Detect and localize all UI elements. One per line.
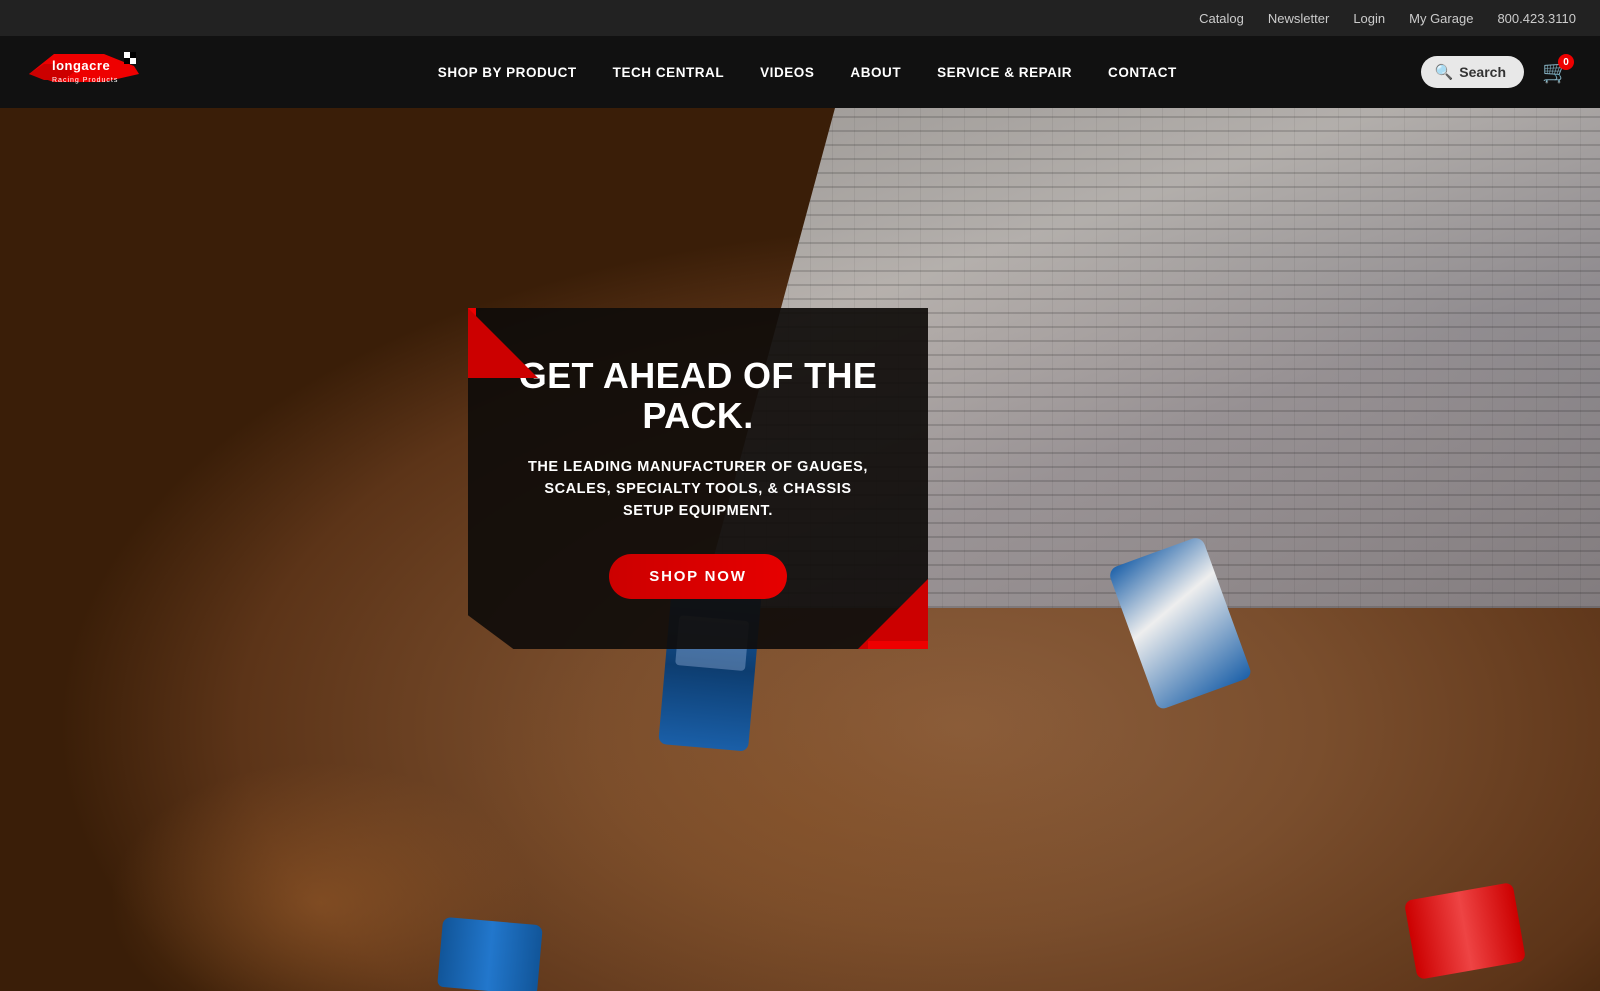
hero-card: GET AHEAD OF THE PACK. THE LEADING MANUF… <box>468 308 928 649</box>
hero-section: GET AHEAD OF THE PACK. THE LEADING MANUF… <box>0 108 1600 991</box>
hero-subtext: THE LEADING MANUFACTURER OF GAUGES, SCAL… <box>518 457 878 522</box>
login-link[interactable]: Login <box>1353 11 1385 26</box>
catalog-link[interactable]: Catalog <box>1199 11 1244 26</box>
my-garage-link[interactable]: My Garage <box>1409 11 1473 26</box>
shop-by-product-link[interactable]: SHOP BY PRODUCT <box>420 57 595 88</box>
nav-links: SHOP BY PRODUCT TECH CENTRAL VIDEOS ABOU… <box>194 57 1421 88</box>
contact-link[interactable]: CONTACT <box>1090 57 1195 88</box>
search-label: Search <box>1459 64 1506 80</box>
svg-text:Racing Products: Racing Products <box>52 77 118 84</box>
cart-button[interactable]: 🛒 0 <box>1536 52 1576 92</box>
about-link[interactable]: ABOUT <box>832 57 919 88</box>
svg-text:longacre: longacre <box>52 58 110 73</box>
red-accent-top-left <box>468 308 538 378</box>
nav-right: 🔍 Search 🛒 0 <box>1421 52 1576 92</box>
shop-now-button[interactable]: SHOP NOW <box>609 554 786 599</box>
top-bar: Catalog Newsletter Login My Garage 800.4… <box>0 0 1600 36</box>
logo[interactable]: longacre Racing Products <box>24 44 154 101</box>
videos-link[interactable]: VIDEOS <box>742 57 832 88</box>
search-icon: 🔍 <box>1435 63 1454 81</box>
hero-headline: GET AHEAD OF THE PACK. <box>518 356 878 435</box>
red-accent-bottom-right <box>858 579 928 649</box>
phone-number: 800.423.3110 <box>1497 11 1576 26</box>
cart-badge: 0 <box>1558 54 1574 70</box>
service-repair-link[interactable]: SERVICE & REPAIR <box>919 57 1090 88</box>
logo-image: longacre Racing Products <box>24 44 154 96</box>
newsletter-link[interactable]: Newsletter <box>1268 11 1329 26</box>
tech-central-link[interactable]: TECH CENTRAL <box>595 57 742 88</box>
search-button[interactable]: 🔍 Search <box>1421 56 1524 88</box>
main-nav: longacre Racing Products SHOP BY PRODUCT… <box>0 36 1600 108</box>
car-blue-bottom <box>437 917 543 991</box>
